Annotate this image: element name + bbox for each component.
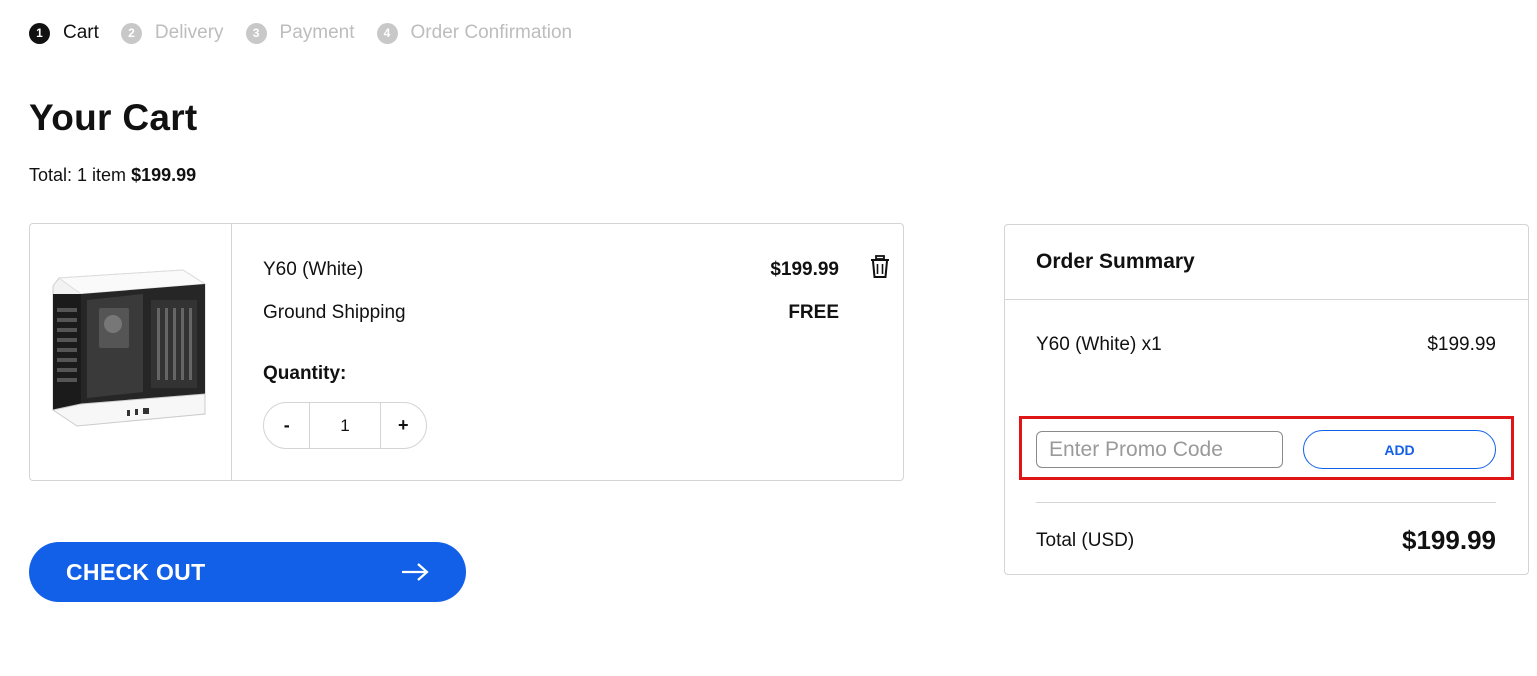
- order-summary-title: Order Summary: [1036, 250, 1195, 273]
- step-number: 1: [29, 22, 50, 44]
- summary-total-label: Total (USD): [1036, 530, 1135, 551]
- order-summary-header: Order Summary: [1005, 225, 1528, 300]
- step-label: Cart: [63, 22, 99, 43]
- pc-case-image[interactable]: [43, 264, 215, 444]
- product-image-cell: [30, 224, 232, 480]
- cart-item-price: $199.99: [770, 259, 839, 280]
- promo-code-input[interactable]: [1036, 431, 1283, 468]
- step-label: Order Confirmation: [410, 22, 573, 43]
- step-label: Delivery: [154, 22, 224, 43]
- arrow-right-icon: [402, 563, 429, 581]
- cart-item-card: Y60 (White) $199.99 Ground Shipping FREE…: [29, 223, 904, 481]
- checkout-label: CHECK OUT: [66, 558, 206, 585]
- increment-button[interactable]: +: [381, 403, 426, 448]
- step-number: 3: [245, 22, 267, 44]
- step-cart[interactable]: 1 Cart: [29, 22, 99, 44]
- decrement-button[interactable]: -: [264, 403, 309, 448]
- trash-icon[interactable]: [870, 255, 890, 279]
- shipping-cost-value: FREE: [788, 302, 839, 323]
- page-title: Your Cart: [29, 97, 198, 138]
- cart-total-amount: $199.99: [131, 165, 197, 185]
- checkout-button[interactable]: CHECK OUT: [29, 542, 466, 602]
- summary-divider: [1036, 502, 1496, 503]
- summary-item-line: Y60 (White) x1: [1036, 334, 1162, 355]
- cart-total-prefix: Total: 1 item: [29, 165, 127, 185]
- step-label: Payment: [279, 22, 355, 43]
- step-number: 2: [120, 22, 142, 44]
- shipping-method-label: Ground Shipping: [263, 302, 406, 323]
- add-promo-button[interactable]: ADD: [1303, 430, 1496, 469]
- step-delivery[interactable]: 2 Delivery: [120, 22, 224, 44]
- quantity-value[interactable]: 1: [309, 403, 381, 448]
- summary-item-price: $199.99: [1427, 334, 1496, 355]
- quantity-stepper: - 1 +: [263, 402, 427, 449]
- order-summary-panel: Order Summary Y60 (White) x1 $199.99 ADD…: [1004, 224, 1529, 575]
- cart-item-name[interactable]: Y60 (White): [263, 259, 363, 281]
- quantity-label: Quantity:: [263, 363, 347, 384]
- step-payment[interactable]: 3 Payment: [245, 22, 355, 44]
- summary-total-value: $199.99: [1402, 525, 1496, 555]
- cart-total-line: Total: 1 item $199.99: [29, 165, 196, 186]
- step-order-confirmation[interactable]: 4 Order Confirmation: [376, 22, 573, 44]
- step-number: 4: [376, 22, 398, 44]
- checkout-stepper: 1 Cart 2 Delivery 3 Payment 4 Order Conf…: [29, 20, 594, 46]
